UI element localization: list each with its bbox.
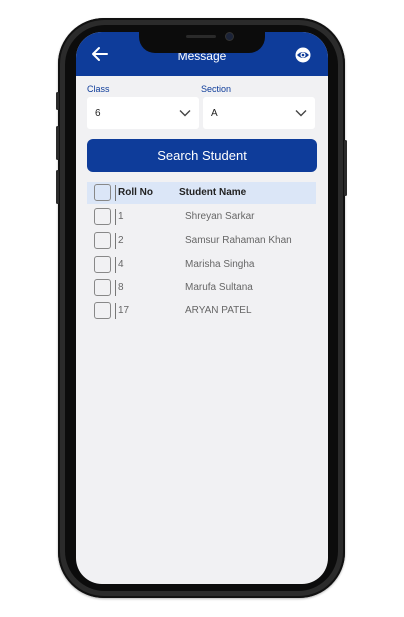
eye-icon[interactable] [294,47,312,63]
roll-no-cell: 17 [118,305,130,316]
column-divider [115,280,116,296]
class-label: Class [87,84,110,94]
class-select-value: 6 [95,108,101,119]
volume-down-button [56,170,59,204]
section-label: Section [201,84,232,94]
row-checkbox[interactable] [94,208,111,225]
power-button [344,140,347,196]
table-row: 2 Samsur Rahaman Khan [87,230,316,252]
column-divider [115,257,116,273]
table-header: Roll No Student Name [87,182,316,204]
table-row: 4 Marisha Singha [87,254,316,276]
student-name-cell: Samsur Rahaman Khan [185,235,292,246]
mute-switch [56,92,59,110]
class-select[interactable]: 6 [87,97,199,129]
row-checkbox[interactable] [94,232,111,249]
roll-no-cell: 2 [118,235,124,246]
roll-no-cell: 8 [118,282,124,293]
search-student-button[interactable]: Search Student [87,139,317,172]
volume-up-button [56,126,59,160]
table-row: 17 ARYAN PATEL [87,300,316,322]
student-name-cell: Marisha Singha [185,259,255,270]
row-checkbox[interactable] [94,279,111,296]
student-name-cell: ARYAN PATEL [185,305,252,316]
column-divider [115,185,116,201]
roll-no-cell: 1 [118,211,124,222]
student-name-header: Student Name [179,187,247,198]
speaker [186,35,216,38]
table-row: 8 Marufa Sultana [87,277,316,299]
chevron-down-icon [295,110,307,117]
section-select-value: A [211,108,218,119]
row-checkbox[interactable] [94,302,111,319]
row-checkbox[interactable] [94,256,111,273]
roll-no-header: Roll No [118,187,153,198]
student-name-cell: Marufa Sultana [185,282,253,293]
section-select[interactable]: A [203,97,315,129]
chevron-down-icon [179,110,191,117]
table-row: 1 Shreyan Sarkar [87,206,316,228]
select-all-checkbox[interactable] [94,184,111,201]
student-name-cell: Shreyan Sarkar [185,211,255,222]
notch [139,27,265,53]
column-divider [115,233,116,249]
column-divider [115,303,116,319]
screen: Message Class Section 6 A Search Student… [76,32,328,584]
roll-no-cell: 4 [118,259,124,270]
front-camera [226,33,233,40]
column-divider [115,209,116,225]
